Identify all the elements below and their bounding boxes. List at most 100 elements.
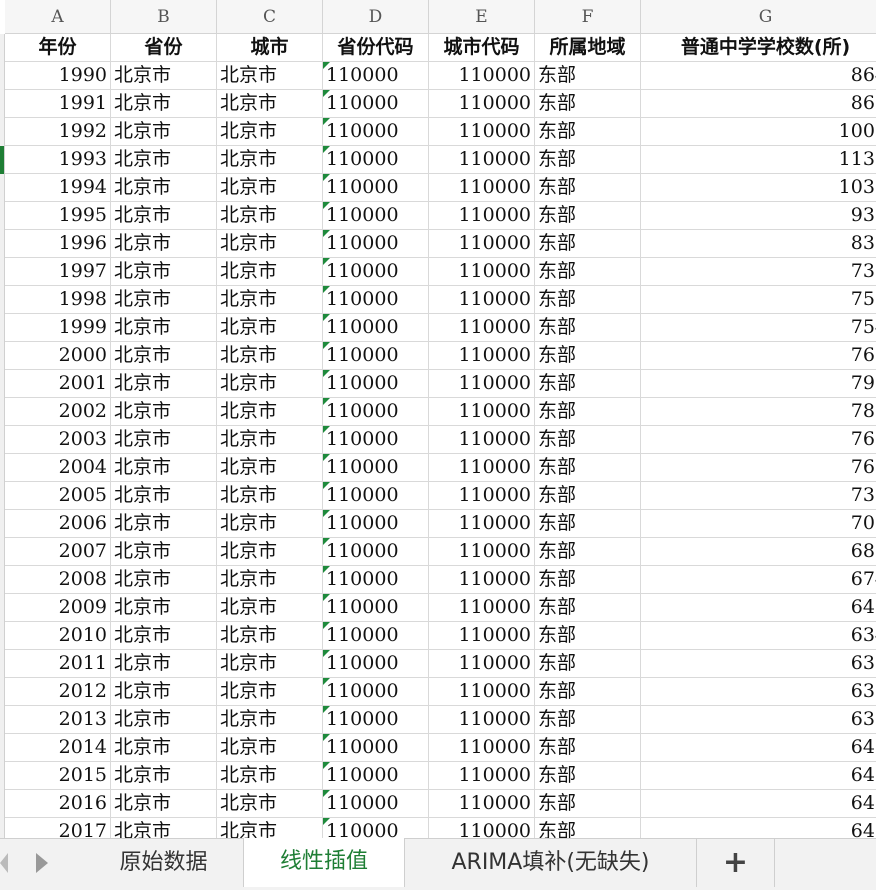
province-code-cell[interactable]: 110000 <box>323 734 429 762</box>
city-code-cell[interactable]: 110000 <box>429 678 535 706</box>
region-cell[interactable]: 东部 <box>535 426 641 454</box>
province-code-cell[interactable]: 110000 <box>323 650 429 678</box>
region-cell[interactable]: 东部 <box>535 398 641 426</box>
city-cell[interactable]: 北京市 <box>217 482 323 510</box>
province-code-cell[interactable]: 110000 <box>323 818 429 838</box>
city-cell[interactable]: 北京市 <box>217 426 323 454</box>
province-code-cell[interactable]: 110000 <box>323 790 429 818</box>
city-cell[interactable]: 北京市 <box>217 118 323 146</box>
province-cell[interactable]: 北京市 <box>111 678 217 706</box>
school-count-cell[interactable]: 646 <box>641 790 876 818</box>
province-cell[interactable]: 北京市 <box>111 734 217 762</box>
city-code-cell[interactable]: 110000 <box>429 510 535 538</box>
city-cell[interactable]: 北京市 <box>217 454 323 482</box>
region-cell[interactable]: 东部 <box>535 342 641 370</box>
year-cell[interactable]: 2005 <box>5 482 111 510</box>
province-cell[interactable]: 北京市 <box>111 762 217 790</box>
province-code-cell[interactable]: 110000 <box>323 174 429 202</box>
header-cell[interactable]: 普通中学学校数(所) <box>641 34 876 62</box>
year-cell[interactable]: 2011 <box>5 650 111 678</box>
province-code-cell[interactable]: 110000 <box>323 538 429 566</box>
school-count-cell[interactable]: 649 <box>641 818 876 838</box>
province-cell[interactable]: 北京市 <box>111 342 217 370</box>
region-cell[interactable]: 东部 <box>535 594 641 622</box>
city-cell[interactable]: 北京市 <box>217 706 323 734</box>
city-code-cell[interactable]: 110000 <box>429 594 535 622</box>
school-count-cell[interactable]: 689 <box>641 538 876 566</box>
header-cell[interactable]: 年份 <box>5 34 111 62</box>
school-count-cell[interactable]: 643 <box>641 734 876 762</box>
school-count-cell[interactable]: 646 <box>641 762 876 790</box>
region-cell[interactable]: 东部 <box>535 734 641 762</box>
tab-scroll-left-icon[interactable] <box>0 853 8 873</box>
province-code-cell[interactable]: 110000 <box>323 90 429 118</box>
province-cell[interactable]: 北京市 <box>111 230 217 258</box>
province-code-cell[interactable]: 110000 <box>323 678 429 706</box>
region-cell[interactable]: 东部 <box>535 706 641 734</box>
city-code-cell[interactable]: 110000 <box>429 538 535 566</box>
year-cell[interactable]: 2003 <box>5 426 111 454</box>
school-count-cell[interactable]: 754 <box>641 314 876 342</box>
province-cell[interactable]: 北京市 <box>111 370 217 398</box>
province-cell[interactable]: 北京市 <box>111 454 217 482</box>
school-count-cell[interactable]: 1038 <box>641 174 876 202</box>
header-cell[interactable]: 省份 <box>111 34 217 62</box>
year-cell[interactable]: 1992 <box>5 118 111 146</box>
province-code-cell[interactable]: 110000 <box>323 370 429 398</box>
school-count-cell[interactable]: 864 <box>641 62 876 90</box>
school-count-cell[interactable]: 638 <box>641 706 876 734</box>
year-cell[interactable]: 1997 <box>5 258 111 286</box>
city-cell[interactable]: 北京市 <box>217 818 323 838</box>
province-code-cell[interactable]: 110000 <box>323 286 429 314</box>
year-cell[interactable]: 1994 <box>5 174 111 202</box>
city-cell[interactable]: 北京市 <box>217 174 323 202</box>
city-code-cell[interactable]: 110000 <box>429 258 535 286</box>
year-cell[interactable]: 2007 <box>5 538 111 566</box>
city-cell[interactable]: 北京市 <box>217 286 323 314</box>
city-code-cell[interactable]: 110000 <box>429 762 535 790</box>
spreadsheet-grid[interactable]: A B C D E F G 年份 省份 城市 省份代码 城市代码 所属地域 普通中学学校数(所) 1990 北… <box>0 0 876 838</box>
city-code-cell[interactable]: 110000 <box>429 118 535 146</box>
region-cell[interactable]: 东部 <box>535 482 641 510</box>
year-cell[interactable]: 2010 <box>5 622 111 650</box>
city-cell[interactable]: 北京市 <box>217 566 323 594</box>
year-cell[interactable]: 2004 <box>5 454 111 482</box>
column-header-c[interactable]: C <box>217 0 323 34</box>
province-cell[interactable]: 北京市 <box>111 622 217 650</box>
add-sheet-button[interactable]: + <box>697 839 775 887</box>
city-cell[interactable]: 北京市 <box>217 678 323 706</box>
province-cell[interactable]: 北京市 <box>111 258 217 286</box>
city-code-cell[interactable]: 110000 <box>429 202 535 230</box>
province-cell[interactable]: 北京市 <box>111 286 217 314</box>
city-cell[interactable]: 北京市 <box>217 314 323 342</box>
province-code-cell[interactable]: 110000 <box>323 398 429 426</box>
city-code-cell[interactable]: 110000 <box>429 454 535 482</box>
region-cell[interactable]: 东部 <box>535 314 641 342</box>
province-cell[interactable]: 北京市 <box>111 818 217 838</box>
province-cell[interactable]: 北京市 <box>111 790 217 818</box>
region-cell[interactable]: 东部 <box>535 62 641 90</box>
province-cell[interactable]: 北京市 <box>111 482 217 510</box>
region-cell[interactable]: 东部 <box>535 286 641 314</box>
year-cell[interactable]: 1995 <box>5 202 111 230</box>
school-count-cell[interactable]: 760 <box>641 342 876 370</box>
school-count-cell[interactable]: 674 <box>641 566 876 594</box>
year-cell[interactable]: 1996 <box>5 230 111 258</box>
year-cell[interactable]: 2016 <box>5 790 111 818</box>
province-code-cell[interactable]: 110000 <box>323 426 429 454</box>
province-code-cell[interactable]: 110000 <box>323 146 429 174</box>
school-count-cell[interactable]: 632 <box>641 650 876 678</box>
city-cell[interactable]: 北京市 <box>217 762 323 790</box>
header-cell[interactable]: 所属地域 <box>535 34 641 62</box>
province-code-cell[interactable]: 110000 <box>323 314 429 342</box>
province-cell[interactable]: 北京市 <box>111 510 217 538</box>
region-cell[interactable]: 东部 <box>535 650 641 678</box>
region-cell[interactable]: 东部 <box>535 538 641 566</box>
city-cell[interactable]: 北京市 <box>217 650 323 678</box>
city-code-cell[interactable]: 110000 <box>429 650 535 678</box>
region-cell[interactable]: 东部 <box>535 146 641 174</box>
school-count-cell[interactable]: 707 <box>641 510 876 538</box>
school-count-cell[interactable]: 867 <box>641 90 876 118</box>
year-cell[interactable]: 2014 <box>5 734 111 762</box>
province-code-cell[interactable]: 110000 <box>323 202 429 230</box>
